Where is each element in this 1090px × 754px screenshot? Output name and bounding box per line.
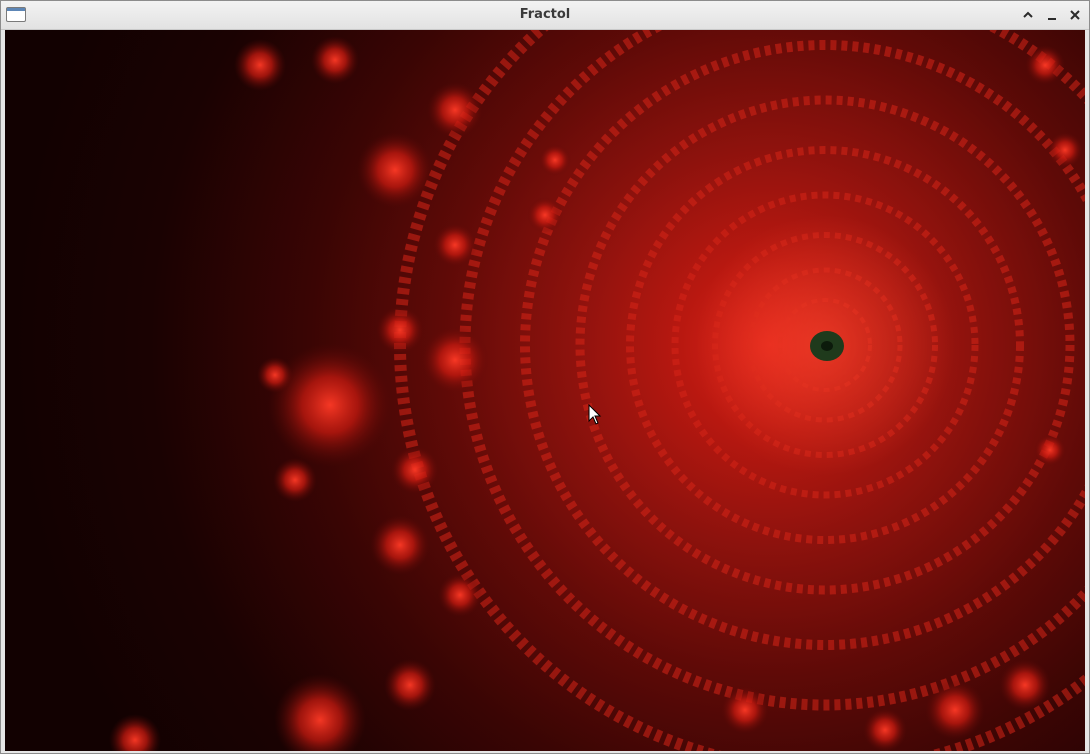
- title-bar[interactable]: Fractol: [1, 1, 1089, 30]
- window-title: Fractol: [519, 7, 571, 22]
- app-window: Fractol: [0, 0, 1090, 754]
- maximize-button[interactable]: [1018, 5, 1038, 25]
- minimize-icon: [1048, 18, 1056, 20]
- fractal-canvas[interactable]: [5, 30, 1085, 751]
- close-icon: [1070, 10, 1080, 20]
- close-button[interactable]: [1065, 5, 1085, 25]
- maximize-icon: [1023, 11, 1033, 18]
- mouse-cursor-icon: [588, 404, 602, 425]
- minimize-button[interactable]: [1042, 5, 1062, 25]
- fractal-image: [109, 30, 1085, 751]
